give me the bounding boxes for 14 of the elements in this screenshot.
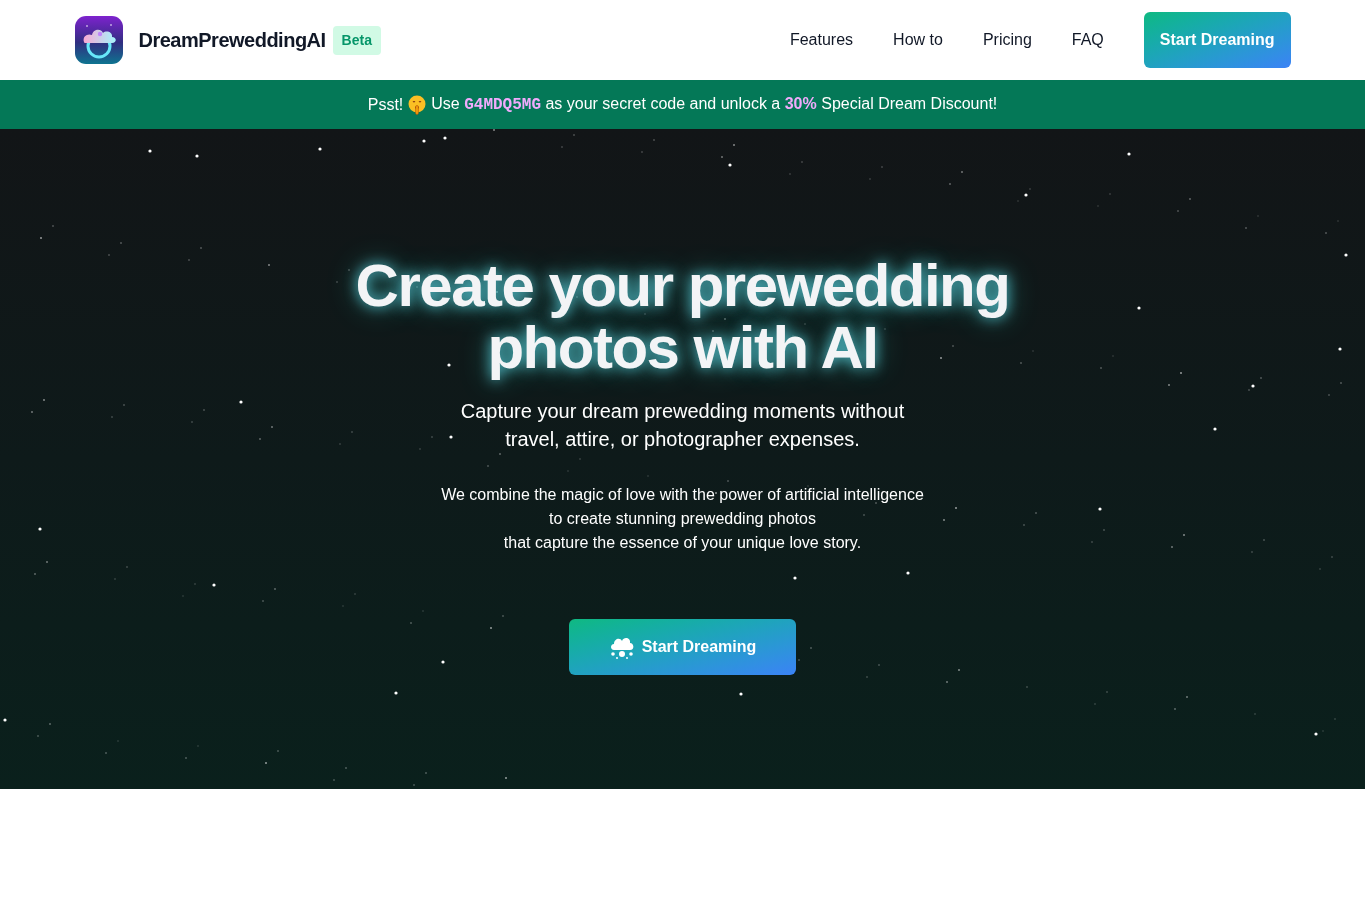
promo-message: Use G4MDQ5MG as your secret code and unlock a 30% Special Dream Discount! (431, 94, 998, 116)
promo-greeting: Psst! (367, 94, 404, 115)
hero-description: We combine the magic of love with the power of artificial intelligence to create stunning prewedding photos that capture the essence of your unique love story. (441, 485, 924, 553)
nav-link[interactable]: FAQ (1051, 28, 1124, 52)
cloud-icon (608, 635, 635, 659)
nav-link[interactable]: Features (769, 28, 874, 52)
cloud-logo-icon (74, 16, 123, 64)
beta-badge: Beta (332, 25, 381, 55)
nav-link[interactable]: How to (873, 28, 963, 52)
face-emoji-icon (408, 94, 427, 115)
brand-name[interactable]: DreamPreweddingAI (138, 25, 326, 55)
hero-title: Create your prewedding photos with AI (354, 255, 1011, 379)
nav-link[interactable]: Pricing (962, 28, 1052, 52)
hero-subtitle: Capture your dream prewedding moments without travel, attire, or photographer expenses. (459, 399, 906, 452)
